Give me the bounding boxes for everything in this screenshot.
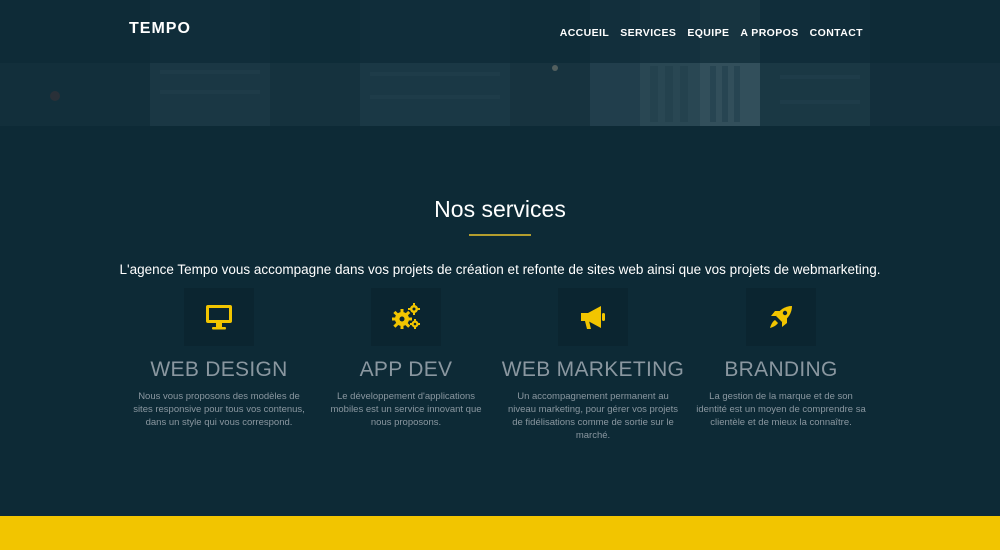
nav-item-accueil: ACCUEIL [560,23,609,41]
nav-item-contact: CONTACT [810,23,863,41]
next-section-band [0,516,1000,550]
service-description: Nous vous proposons des modèles de sites… [133,391,305,428]
brand-logo[interactable]: TEMPO [129,20,191,38]
service-title: WEB MARKETING [501,358,685,381]
section-intro: L'agence Tempo vous accompagne dans vos … [119,262,881,277]
top-navbar: TEMPO ACCUEIL SERVICES EQUIPE A PROPOS C… [0,0,1000,63]
service-card-web-marketing: WEB MARKETING Un accompagnement permanen… [498,288,688,442]
services-section: Nos services L'agence Tempo vous accompa… [0,126,1000,516]
service-icon-box [371,288,441,346]
service-description: La gestion de la marque et de son identi… [696,391,866,428]
nav-link-services[interactable]: SERVICES [620,27,676,39]
megaphone-icon [581,306,605,329]
service-card-web-design: WEB DESIGN Nous vous proposons des modèl… [124,288,314,429]
section-title: Nos services [434,196,566,222]
service-description: Un accompagnement permanent au niveau ma… [507,391,679,441]
nav-link-contact[interactable]: CONTACT [810,27,863,39]
service-card-app-dev: APP DEV Le développement d'applications … [311,288,501,429]
main-menu: ACCUEIL SERVICES EQUIPE A PROPOS CONTACT [560,23,863,41]
title-underline [469,234,531,236]
monitor-icon [206,305,232,330]
nav-item-equipe: EQUIPE [687,23,729,41]
gears-icon [392,303,420,329]
hero-banner: TEMPO ACCUEIL SERVICES EQUIPE A PROPOS C… [0,0,1000,126]
nav-link-a-propos[interactable]: A PROPOS [740,27,798,39]
service-icon-box [184,288,254,346]
nav-item-a-propos: A PROPOS [740,23,798,41]
service-title: BRANDING [724,358,838,381]
nav-link-equipe[interactable]: EQUIPE [687,27,729,39]
service-title: WEB DESIGN [150,358,288,381]
nav-link-accueil[interactable]: ACCUEIL [560,27,609,39]
service-description: Le développement d'applications mobiles … [330,391,482,428]
service-icon-box [746,288,816,346]
service-card-branding: BRANDING La gestion de la marque et de s… [686,288,876,429]
rocket-icon [770,306,792,328]
service-title: APP DEV [359,358,453,381]
nav-item-services: SERVICES [620,23,676,41]
service-icon-box [558,288,628,346]
